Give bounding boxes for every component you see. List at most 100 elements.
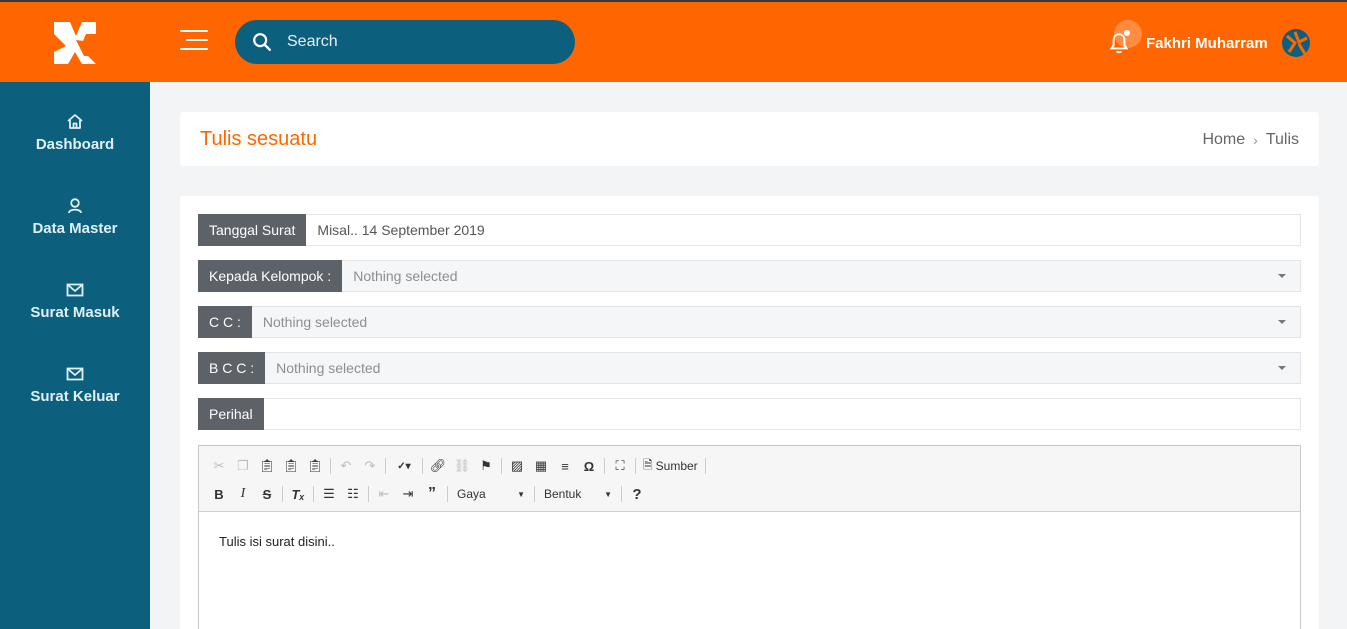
- sidebar-item-label: Data Master: [32, 220, 118, 237]
- breadcrumb: Home › Tulis: [1202, 131, 1299, 149]
- cc-select[interactable]: Nothing selected: [251, 306, 1301, 338]
- caret-down-icon: [1278, 320, 1286, 324]
- perihal-label: Perihal: [198, 398, 264, 430]
- anchor-flag-icon[interactable]: ⚑: [474, 454, 498, 478]
- table-icon[interactable]: ▦: [529, 454, 553, 478]
- toolbar-separator: [447, 486, 448, 502]
- style-dropdown[interactable]: Gaya ▼: [451, 483, 531, 505]
- bell-icon[interactable]: [1106, 30, 1132, 56]
- compose-form: Tanggal Surat Kepada Kelompok : Nothing …: [180, 196, 1319, 629]
- sidebar-item-dashboard[interactable]: Dashboard: [0, 112, 150, 154]
- kepada-row: Kepada Kelompok : Nothing selected: [198, 260, 1301, 292]
- bcc-row: B C C : Nothing selected: [198, 352, 1301, 384]
- perihal-field[interactable]: [263, 398, 1301, 430]
- bold-icon[interactable]: B: [207, 482, 231, 506]
- tanggal-row: Tanggal Surat: [198, 214, 1301, 246]
- sidebar-item-label: Dashboard: [35, 136, 115, 153]
- source-button[interactable]: 🗎︎ Sumber: [639, 456, 702, 477]
- mail-icon: [66, 283, 84, 297]
- search-icon: [253, 33, 271, 51]
- menu-toggle-icon[interactable]: [180, 30, 208, 56]
- tanggal-field[interactable]: [306, 214, 1301, 246]
- rich-text-editor: ✂ ❐ 📋︎ 📋︎ 📋︎ ↶ ↷ ✓▾ 🔗︎ ⛓︎ ⚑ ▨ ▦ ≡ Ω ⛶ 🗎︎…: [198, 445, 1301, 629]
- cc-label: C C :: [198, 306, 252, 338]
- user-icon: [68, 198, 82, 214]
- editor-content[interactable]: Tulis isi surat disini..: [199, 512, 1300, 571]
- toolbar-separator: [621, 486, 622, 502]
- help-icon[interactable]: ?: [625, 482, 649, 506]
- sidebar-item-label: Surat Masuk: [30, 304, 120, 321]
- toolbar-separator: [282, 486, 283, 502]
- avatar[interactable]: [1281, 28, 1311, 58]
- cc-row: C C : Nothing selected: [198, 306, 1301, 338]
- strikethrough-icon[interactable]: S: [255, 482, 279, 506]
- spellcheck-icon[interactable]: ✓▾: [389, 454, 419, 478]
- kepada-select[interactable]: Nothing selected: [342, 260, 1301, 292]
- sidebar-item-surat-keluar[interactable]: Surat Keluar: [0, 364, 150, 406]
- sidebar-item-data-master[interactable]: Data Master: [0, 196, 150, 238]
- paste-word-icon[interactable]: 📋︎: [303, 454, 327, 478]
- special-char-icon[interactable]: Ω: [577, 454, 601, 478]
- cc-value: Nothing selected: [262, 314, 368, 330]
- toolbar-separator: [604, 458, 605, 474]
- source-label: Sumber: [655, 459, 698, 473]
- search-bar[interactable]: [235, 20, 575, 64]
- source-icon: 🗎︎: [643, 457, 653, 472]
- app-logo[interactable]: [50, 18, 100, 68]
- italic-icon[interactable]: I: [231, 482, 255, 506]
- toolbar-row-2: B I S Tₓ ☰ ☷ ⇤ ⇥ ” Gaya ▼ Bentuk ▼ ?: [207, 480, 1292, 508]
- kepada-value: Nothing selected: [353, 268, 458, 284]
- chevron-right-icon: ›: [1253, 132, 1258, 148]
- paste-icon[interactable]: 📋︎: [255, 454, 279, 478]
- tanggal-label: Tanggal Surat: [198, 214, 307, 246]
- bullet-list-icon[interactable]: ☷: [341, 482, 365, 506]
- toolbar-separator: [385, 458, 386, 474]
- numbered-list-icon[interactable]: ☰: [317, 482, 341, 506]
- outdent-icon[interactable]: ⇤: [372, 482, 396, 506]
- style-label: Gaya: [457, 487, 486, 501]
- toolbar-row-1: ✂ ❐ 📋︎ 📋︎ 📋︎ ↶ ↷ ✓▾ 🔗︎ ⛓︎ ⚑ ▨ ▦ ≡ Ω ⛶ 🗎︎…: [207, 452, 1292, 480]
- blockquote-icon[interactable]: ”: [420, 482, 444, 506]
- breadcrumb-home[interactable]: Home: [1202, 131, 1245, 149]
- perihal-input[interactable]: [274, 406, 1300, 422]
- toolbar-separator: [330, 458, 331, 474]
- redo-icon[interactable]: ↷: [358, 454, 382, 478]
- unlink-icon[interactable]: ⛓︎: [450, 454, 474, 478]
- horizontal-line-icon[interactable]: ≡: [553, 454, 577, 478]
- remove-format-icon[interactable]: Tₓ: [286, 482, 310, 506]
- top-header: Fakhri Muharram: [0, 0, 1347, 82]
- toolbar-separator: [635, 458, 636, 474]
- search-input[interactable]: [287, 33, 547, 51]
- caret-down-icon: [1278, 366, 1286, 370]
- format-label: Bentuk: [544, 487, 582, 501]
- undo-icon[interactable]: ↶: [334, 454, 358, 478]
- toolbar-separator: [704, 458, 706, 474]
- format-dropdown[interactable]: Bentuk ▼: [538, 483, 618, 505]
- maximize-icon[interactable]: ⛶: [608, 454, 632, 478]
- sidebar-item-surat-masuk[interactable]: Surat Masuk: [0, 280, 150, 322]
- image-icon[interactable]: ▨: [505, 454, 529, 478]
- kepada-label: Kepada Kelompok :: [198, 260, 343, 292]
- toolbar-separator: [313, 486, 314, 502]
- caret-down-icon: [1278, 274, 1286, 278]
- perihal-row: Perihal: [198, 398, 1301, 430]
- paste-text-icon[interactable]: 📋︎: [279, 454, 303, 478]
- user-name[interactable]: Fakhri Muharram: [1146, 35, 1268, 52]
- copy-icon[interactable]: ❐: [231, 454, 255, 478]
- toolbar-separator: [422, 458, 423, 474]
- bcc-value: Nothing selected: [276, 360, 381, 376]
- breadcrumb-current: Tulis: [1265, 131, 1299, 148]
- page-header: Tulis sesuatu Home › Tulis: [180, 112, 1319, 166]
- tanggal-input[interactable]: [317, 222, 1300, 238]
- caret-down-icon: ▼: [604, 489, 612, 499]
- bcc-label: B C C :: [198, 352, 266, 384]
- link-icon[interactable]: 🔗︎: [426, 454, 450, 478]
- editor-toolbar: ✂ ❐ 📋︎ 📋︎ 📋︎ ↶ ↷ ✓▾ 🔗︎ ⛓︎ ⚑ ▨ ▦ ≡ Ω ⛶ 🗎︎…: [199, 446, 1300, 512]
- indent-icon[interactable]: ⇥: [396, 482, 420, 506]
- cut-icon[interactable]: ✂: [207, 454, 231, 478]
- sidebar-item-label: Surat Keluar: [30, 388, 120, 405]
- bcc-select[interactable]: Nothing selected: [265, 352, 1301, 384]
- toolbar-separator: [368, 486, 369, 502]
- toolbar-separator: [501, 458, 502, 474]
- page-title: Tulis sesuatu: [200, 128, 318, 150]
